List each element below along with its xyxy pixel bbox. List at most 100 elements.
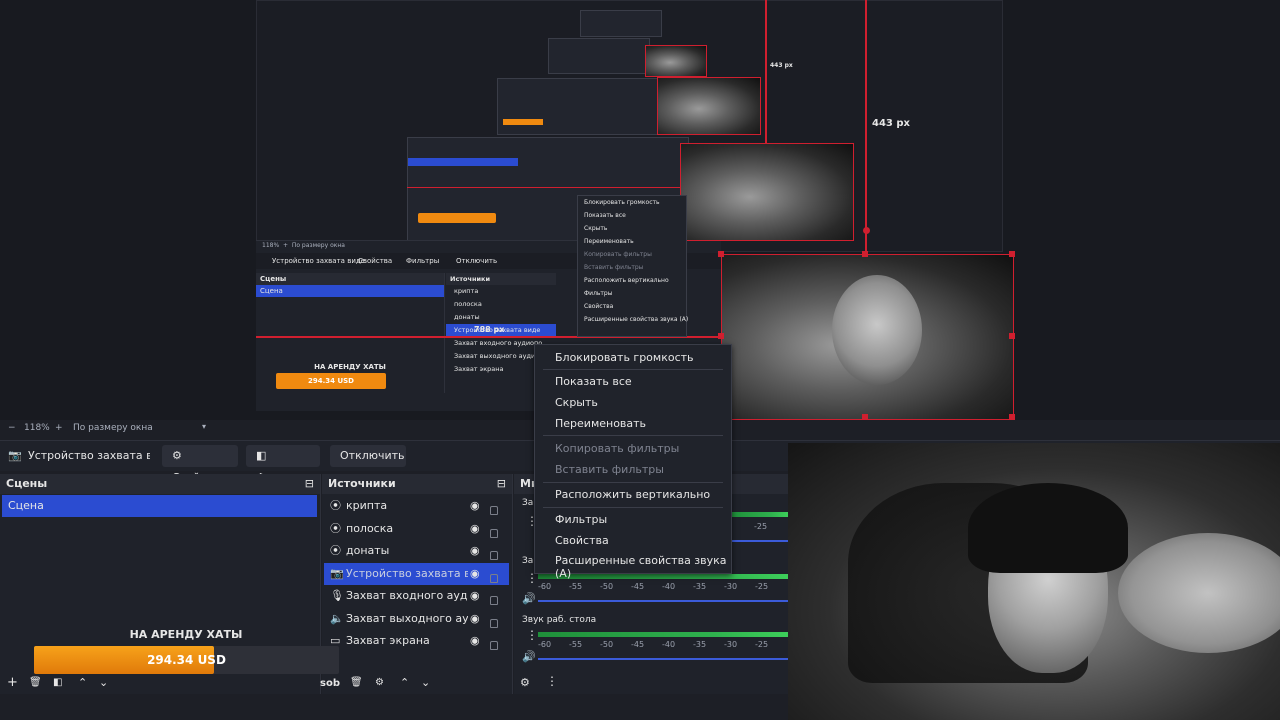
- scene-icon: ⦿: [330, 544, 341, 557]
- mixer-track-label: Звук раб. стола: [522, 615, 597, 625]
- guide-horizontal-small: [407, 187, 680, 188]
- rotate-handle[interactable]: [863, 227, 870, 234]
- source-item[interactable]: 🎙Захват входного аудиопс◉: [324, 585, 509, 607]
- context-menu-item[interactable]: Показать все: [555, 375, 632, 388]
- filter-icon[interactable]: ◧: [53, 677, 62, 688]
- mini-menu-item: Вставить фильтры: [584, 264, 644, 271]
- move-up-icon[interactable]: ⌃: [400, 676, 409, 689]
- kebab-icon[interactable]: ⋮: [546, 674, 558, 688]
- mini-menu-item: Свойства: [584, 303, 614, 310]
- resize-handle[interactable]: [1009, 414, 1015, 420]
- scene-item[interactable]: Сцена: [2, 495, 317, 517]
- dimension-label: 443 px: [872, 118, 910, 129]
- filter-icon: ◧: [256, 449, 267, 462]
- meter-tick: -30: [724, 582, 738, 591]
- move-down-icon[interactable]: ⌄: [421, 676, 430, 689]
- context-menu-item[interactable]: Скрыть: [555, 396, 598, 409]
- source-item[interactable]: ⦿ крипта ◉: [324, 495, 509, 517]
- context-menu-item[interactable]: Расположить вертикально: [555, 488, 710, 501]
- source-item[interactable]: ⦿ полоска ◉: [324, 518, 509, 540]
- eye-icon[interactable]: ◉: [470, 630, 480, 652]
- menu-separator: [543, 482, 723, 483]
- eye-icon[interactable]: ◉: [470, 563, 480, 585]
- donation-widget: НА АРЕНДУ ХАТЫ 294.34 USD: [0, 626, 370, 674]
- move-up-icon[interactable]: ⌃: [78, 676, 87, 689]
- context-menu-item[interactable]: Расширенные свойства звука (А): [555, 554, 731, 580]
- meter-tick: -25: [755, 640, 769, 649]
- menu-separator: [543, 435, 723, 436]
- chevron-down-icon[interactable]: ▾: [202, 422, 206, 431]
- cam-frame-large[interactable]: [721, 254, 1014, 420]
- mini-menu-item: Расположить вертикально: [584, 277, 669, 284]
- source-label: полоска: [346, 521, 394, 535]
- dock-options-icon[interactable]: ⊟: [497, 474, 506, 494]
- lock-icon[interactable]: [490, 636, 498, 658]
- volume-slider[interactable]: [538, 658, 788, 660]
- eye-icon[interactable]: ◉: [470, 495, 480, 517]
- mini-source-item: крипта: [454, 287, 479, 295]
- sources-toolbar: sob 🗑 ⚙ ⌃ ⌄: [320, 674, 512, 694]
- mini-menu-item: Переименовать: [584, 238, 634, 245]
- filters-button[interactable]: ◧ Фильтры: [246, 445, 320, 484]
- resize-handle[interactable]: [1009, 251, 1015, 257]
- meter-tick: -45: [631, 582, 645, 591]
- mini-menu-item: Копировать фильтры: [584, 251, 652, 258]
- meter-tick: -60: [538, 640, 552, 649]
- resize-handle[interactable]: [718, 333, 724, 339]
- sources-title: Источники ⊟: [322, 474, 512, 494]
- context-menu-item[interactable]: Переименовать: [555, 417, 646, 430]
- context-menu-item[interactable]: Свойства: [555, 534, 609, 547]
- resize-handle[interactable]: [862, 251, 868, 257]
- cam-frame-small: [657, 77, 761, 135]
- dimension-label-horizontal: 788 px: [474, 325, 505, 334]
- guide-vertical-small: [765, 0, 767, 143]
- zoom-fit-label[interactable]: По размеру окна: [73, 423, 153, 433]
- scenes-toolbar: + 🗑 ◧ ⌃ ⌄: [0, 674, 320, 694]
- volume-meter: [732, 512, 788, 517]
- context-menu-item[interactable]: Блокировать громкость: [555, 351, 694, 364]
- source-item[interactable]: ⦿ донаты ◉: [324, 540, 509, 562]
- volume-slider[interactable]: [538, 600, 788, 602]
- cam-frame-tiny: [645, 45, 707, 77]
- dimension-label-small: 443 px: [770, 62, 793, 69]
- source-item[interactable]: 📷Устройство захвата виде◉: [324, 562, 509, 585]
- resize-handle[interactable]: [718, 251, 724, 257]
- meter-tick: -35: [693, 582, 707, 591]
- speaker-icon[interactable]: 🔊: [522, 650, 536, 663]
- resize-handle[interactable]: [1009, 333, 1015, 339]
- properties-button[interactable]: ⚙ Свойства: [162, 445, 238, 484]
- meter-tick: -60: [538, 582, 552, 591]
- camera-icon: 📷: [330, 566, 344, 580]
- scene-icon: ⦿: [330, 521, 341, 535]
- trash-icon[interactable]: 🗑: [29, 677, 42, 688]
- mini-menu-item: Показать все: [584, 212, 626, 219]
- dock-options-icon[interactable]: ⊟: [305, 474, 314, 494]
- webcam-overlay: [788, 443, 1280, 720]
- mini-menu-item: Расширенные свойства звука (А): [584, 316, 689, 323]
- eye-icon[interactable]: ◉: [470, 540, 480, 562]
- guide-vertical: [865, 0, 867, 254]
- eye-icon[interactable]: ◉: [470, 585, 480, 607]
- meter-tick: -40: [662, 582, 676, 591]
- meter-tick: -40: [662, 640, 676, 649]
- disconnect-button[interactable]: Отключить: [330, 445, 406, 467]
- mixer-settings-icon[interactable]: ⚙: [520, 676, 530, 689]
- add-scene-button[interactable]: +: [7, 675, 18, 690]
- kebab-icon[interactable]: ⋮: [526, 628, 538, 642]
- move-down-icon[interactable]: ⌄: [99, 676, 108, 689]
- zoom-in-button[interactable]: +: [55, 423, 63, 433]
- context-menu: Блокировать громкость Показать все Скрыть П…: [534, 344, 732, 580]
- context-menu-item[interactable]: Фильтры: [555, 513, 607, 526]
- meter-tick: -50: [600, 640, 614, 649]
- volume-slider[interactable]: [732, 540, 788, 542]
- mini-menu-item: Фильтры: [584, 290, 613, 297]
- gear-icon[interactable]: ⚙: [375, 677, 384, 688]
- eye-icon[interactable]: ◉: [470, 608, 480, 630]
- eye-icon[interactable]: ◉: [470, 518, 480, 540]
- speaker-icon[interactable]: 🔊: [522, 592, 536, 605]
- gear-icon: ⚙: [172, 449, 182, 462]
- zoom-out-button[interactable]: −: [8, 423, 16, 433]
- trash-icon[interactable]: 🗑: [350, 677, 363, 688]
- resize-handle[interactable]: [862, 414, 868, 420]
- volume-meter: [538, 632, 788, 637]
